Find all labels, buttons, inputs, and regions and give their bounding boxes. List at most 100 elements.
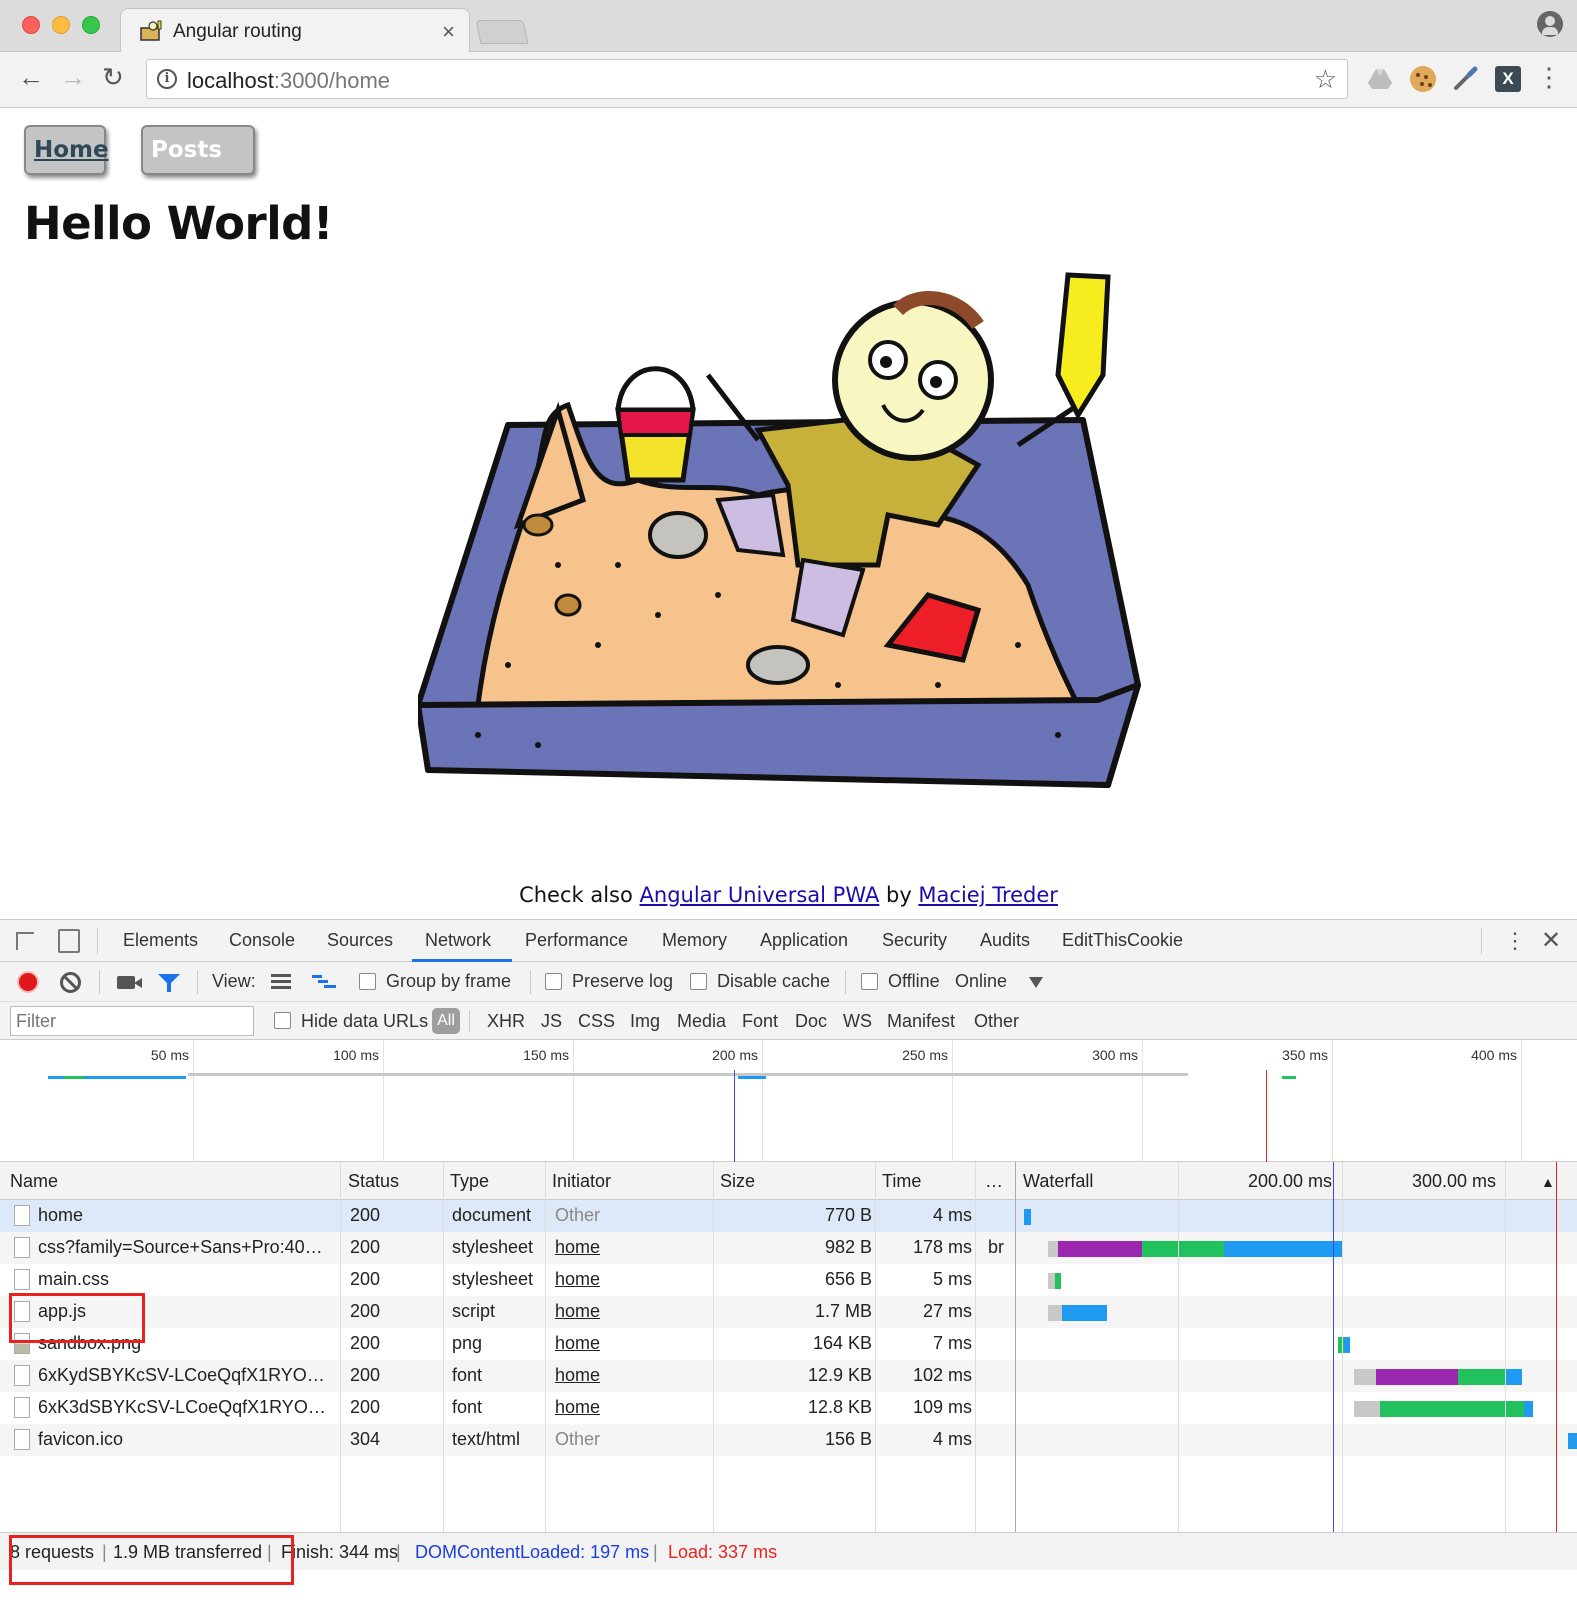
devtools-close-icon[interactable]: ✕: [1541, 926, 1561, 955]
cell-status: 200: [350, 1397, 381, 1417]
cell-initiator[interactable]: home: [555, 1269, 705, 1290]
devtools-menu-icon[interactable]: ⋮: [1504, 928, 1526, 954]
site-info-icon[interactable]: i: [157, 69, 177, 89]
forward-button[interactable]: →: [60, 62, 86, 93]
offline-checkbox[interactable]: [861, 973, 878, 990]
cell-initiator[interactable]: home: [555, 1301, 705, 1322]
overview-icon[interactable]: [312, 974, 336, 990]
filter-type-js[interactable]: JS: [541, 1011, 562, 1032]
cell-name[interactable]: main.css: [38, 1269, 333, 1290]
overview-tick-label: 150 ms: [523, 1047, 569, 1063]
sort-ascending-icon[interactable]: ▲: [1541, 1174, 1555, 1190]
inspect-element-icon[interactable]: [16, 932, 34, 950]
group-by-frame-checkbox[interactable]: [359, 973, 376, 990]
table-row[interactable]: 6xK3dSBYKcSV-LCoeQqfX1RYO… 200 font home 12.…: [0, 1392, 1577, 1424]
column-header-name[interactable]: Name: [10, 1171, 58, 1192]
table-row[interactable]: sandbox.png 200 png home 164 KB 7 ms: [0, 1328, 1577, 1360]
cell-initiator[interactable]: home: [555, 1333, 705, 1354]
new-tab-button[interactable]: [475, 20, 529, 44]
url-text[interactable]: localhost:3000/home: [187, 68, 390, 94]
nav-home-link[interactable]: Home: [24, 125, 109, 175]
filter-type-all[interactable]: All: [432, 1008, 460, 1034]
tab-security[interactable]: Security: [882, 930, 947, 951]
x-extension-icon[interactable]: X: [1495, 66, 1521, 92]
window-close-button[interactable]: [22, 16, 40, 34]
overview-gridline: [1521, 1040, 1522, 1162]
network-overview-timeline[interactable]: 50 ms 100 ms 150 ms 200 ms 250 ms 300 ms…: [0, 1040, 1577, 1162]
column-header-initiator[interactable]: Initiator: [552, 1171, 611, 1192]
tab-elements[interactable]: Elements: [123, 930, 198, 951]
overview-bar: [738, 1076, 766, 1079]
angular-universal-pwa-link[interactable]: Angular Universal PWA: [640, 883, 880, 907]
column-header-size[interactable]: Size: [720, 1171, 755, 1192]
tab-console[interactable]: Console: [229, 930, 295, 951]
hide-data-urls-checkbox[interactable]: [274, 1012, 291, 1029]
filter-type-media[interactable]: Media: [677, 1011, 726, 1032]
cell-initiator[interactable]: home: [555, 1397, 705, 1418]
filter-input[interactable]: [10, 1006, 254, 1036]
column-header-time[interactable]: Time: [882, 1171, 921, 1192]
tab-close-icon[interactable]: ×: [442, 19, 455, 45]
filter-type-doc[interactable]: Doc: [795, 1011, 827, 1032]
record-button[interactable]: [17, 971, 39, 993]
cell-initiator[interactable]: home: [555, 1237, 705, 1258]
address-bar[interactable]: i localhost:3000/home ☆: [146, 59, 1348, 99]
filter-type-img[interactable]: Img: [630, 1011, 660, 1032]
capture-screenshots-icon[interactable]: [117, 976, 142, 989]
table-row[interactable]: favicon.ico 304 text/html Other 156 B 4 ms: [0, 1424, 1577, 1456]
cell-name[interactable]: css?family=Source+Sans+Pro:40…: [38, 1237, 333, 1258]
column-header-status[interactable]: Status: [348, 1171, 399, 1192]
cell-initiator[interactable]: home: [555, 1365, 705, 1386]
column-header-waterfall[interactable]: Waterfall: [1023, 1171, 1093, 1192]
cell-name[interactable]: 6xK3dSBYKcSV-LCoeQqfX1RYO…: [38, 1397, 333, 1418]
table-row[interactable]: css?family=Source+Sans+Pro:40… 200 stylesh…: [0, 1232, 1577, 1264]
table-row[interactable]: 6xKydSBYKcSV-LCoeQqfX1RYO… 200 font home 12.…: [0, 1360, 1577, 1392]
filter-type-other[interactable]: Other: [974, 1011, 1019, 1032]
color-picker-extension-icon[interactable]: [1452, 66, 1478, 92]
clear-button[interactable]: [60, 972, 81, 993]
filter-type-manifest[interactable]: Manifest: [887, 1011, 955, 1032]
tab-memory[interactable]: Memory: [662, 930, 727, 951]
bookmark-star-icon[interactable]: ☆: [1314, 64, 1337, 95]
cell-type: font: [452, 1397, 483, 1417]
preserve-log-checkbox[interactable]: [545, 973, 562, 990]
tab-audits[interactable]: Audits: [980, 930, 1030, 951]
cookie-extension-icon[interactable]: [1410, 66, 1436, 92]
throttling-dropdown-icon[interactable]: [1029, 977, 1043, 988]
browser-menu-icon[interactable]: ⋮: [1536, 64, 1562, 90]
throttling-select[interactable]: Online: [955, 971, 1007, 992]
disable-cache-checkbox[interactable]: [690, 973, 707, 990]
tab-performance[interactable]: Performance: [525, 930, 628, 951]
cell-name[interactable]: 6xKydSBYKcSV-LCoeQqfX1RYO…: [38, 1365, 333, 1386]
table-row[interactable]: home 200 document Other 770 B 4 ms: [0, 1200, 1577, 1232]
window-minimize-button[interactable]: [52, 16, 70, 34]
back-button[interactable]: ←: [18, 62, 44, 93]
cell-name[interactable]: home: [38, 1205, 333, 1226]
large-rows-icon[interactable]: [271, 974, 291, 990]
tab-network[interactable]: Network: [425, 930, 491, 951]
tab-editthiscookie[interactable]: EditThisCookie: [1062, 930, 1183, 951]
filter-icon[interactable]: [158, 974, 180, 992]
table-row[interactable]: main.css 200 stylesheet home 656 B 5 ms: [0, 1264, 1577, 1296]
waterfall-gridline: [1505, 1162, 1506, 1532]
waterfall-load-line: [1556, 1162, 1557, 1532]
column-header-more[interactable]: …: [985, 1171, 1003, 1192]
window-zoom-button[interactable]: [82, 16, 100, 34]
profile-icon[interactable]: [1537, 11, 1563, 37]
cell-name[interactable]: favicon.ico: [38, 1429, 333, 1450]
table-row[interactable]: app.js 200 script home 1.7 MB 27 ms: [0, 1296, 1577, 1328]
filter-type-css[interactable]: CSS: [578, 1011, 615, 1032]
tab-application[interactable]: Application: [760, 930, 848, 951]
author-link[interactable]: Maciej Treder: [918, 883, 1058, 907]
browser-tab[interactable]: Angular routing ×: [120, 8, 470, 53]
filter-type-ws[interactable]: WS: [843, 1011, 872, 1032]
nav-posts-list-link[interactable]: Posts list: [141, 125, 255, 209]
device-toolbar-icon[interactable]: [58, 929, 80, 953]
google-drive-extension-icon[interactable]: [1367, 66, 1393, 92]
tab-sources[interactable]: Sources: [327, 930, 393, 951]
view-label: View:: [212, 971, 256, 991]
filter-type-font[interactable]: Font: [742, 1011, 778, 1032]
reload-button[interactable]: ↻: [102, 62, 124, 93]
column-header-type[interactable]: Type: [450, 1171, 489, 1192]
filter-type-xhr[interactable]: XHR: [487, 1011, 525, 1032]
